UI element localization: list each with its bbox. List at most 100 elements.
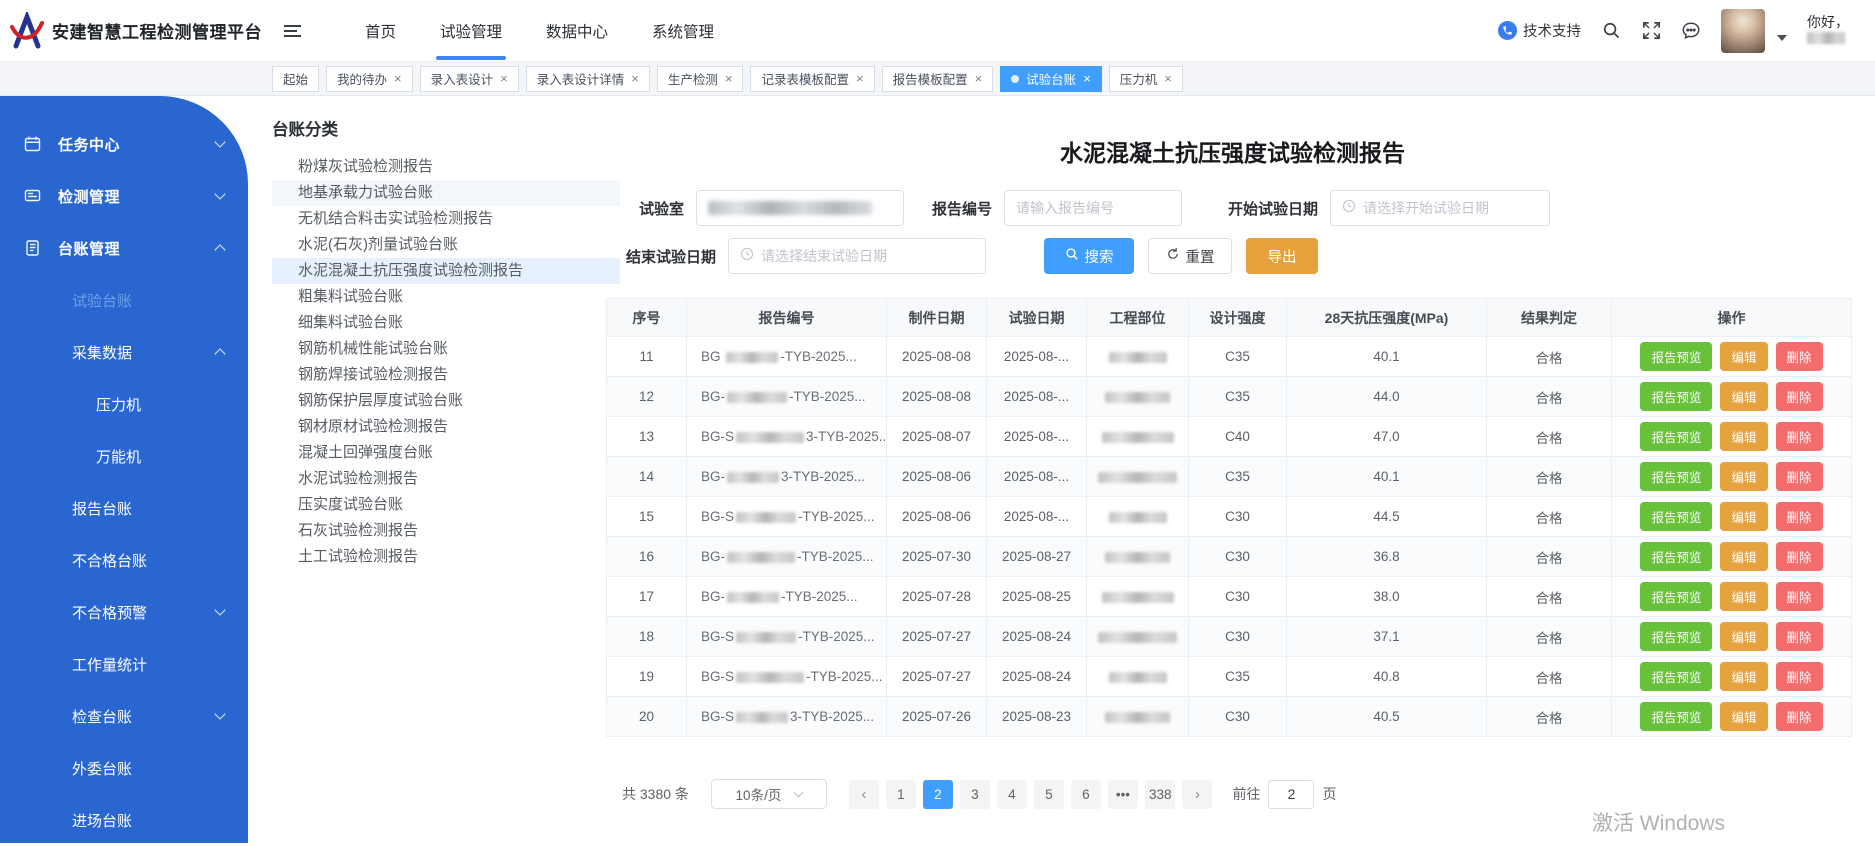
sidebar-item-不合格台账[interactable]: 不合格台账: [0, 534, 248, 586]
delete-button[interactable]: 删除: [1776, 542, 1823, 571]
category-item-细集料试验台账[interactable]: 细集料试验台账: [272, 310, 620, 336]
category-item-土工试验检测报告[interactable]: 土工试验检测报告: [272, 544, 620, 570]
close-icon[interactable]: ×: [856, 72, 864, 85]
page-button-1[interactable]: 1: [886, 780, 916, 809]
category-item-钢材原材试验检测报告[interactable]: 钢材原材试验检测报告: [272, 414, 620, 440]
edit-button[interactable]: 编辑: [1720, 502, 1767, 531]
category-item-粉煤灰试验检测报告[interactable]: 粉煤灰试验检测报告: [272, 154, 620, 180]
delete-button[interactable]: 删除: [1776, 462, 1823, 491]
category-item-粗集料试验台账[interactable]: 粗集料试验台账: [272, 284, 620, 310]
category-item-地基承载力试验台账[interactable]: 地基承载力试验台账: [272, 180, 620, 206]
view-tab-起始[interactable]: 起始: [272, 66, 319, 92]
delete-button[interactable]: 删除: [1776, 382, 1823, 411]
category-item-水泥混凝土抗压强度试验检测报告[interactable]: 水泥混凝土抗压强度试验检测报告: [272, 258, 620, 284]
close-icon[interactable]: ×: [1083, 72, 1091, 85]
collapse-menu-icon[interactable]: [284, 25, 301, 37]
category-item-压实度试验台账[interactable]: 压实度试验台账: [272, 492, 620, 518]
user-menu-caret-icon[interactable]: [1777, 35, 1787, 41]
search-icon[interactable]: [1601, 21, 1621, 41]
edit-button[interactable]: 编辑: [1720, 702, 1767, 731]
close-icon[interactable]: ×: [975, 72, 983, 85]
page-button-3[interactable]: 3: [960, 780, 990, 809]
close-icon[interactable]: ×: [394, 72, 402, 85]
nav-item-首页[interactable]: 首页: [365, 0, 396, 62]
edit-button[interactable]: 编辑: [1720, 342, 1767, 371]
delete-button[interactable]: 删除: [1776, 422, 1823, 451]
fullscreen-icon[interactable]: [1641, 21, 1661, 41]
report-preview-button[interactable]: 报告预览: [1640, 542, 1712, 571]
report-preview-button[interactable]: 报告预览: [1640, 702, 1712, 731]
view-tab-我的待办[interactable]: 我的待办×: [326, 66, 413, 92]
report-preview-button[interactable]: 报告预览: [1640, 382, 1712, 411]
tech-support-button[interactable]: 技术支持: [1498, 20, 1581, 41]
sidebar-item-进场台账[interactable]: 进场台账: [0, 794, 248, 846]
view-tab-记录表模板配置[interactable]: 记录表模板配置×: [750, 66, 874, 92]
page-button-338[interactable]: 338: [1145, 780, 1176, 809]
delete-button[interactable]: 删除: [1776, 502, 1823, 531]
category-item-钢筋焊接试验检测报告[interactable]: 钢筋焊接试验检测报告: [272, 362, 620, 388]
close-icon[interactable]: ×: [1164, 72, 1172, 85]
report-preview-button[interactable]: 报告预览: [1640, 622, 1712, 651]
page-size-select[interactable]: 10条/页: [711, 779, 827, 809]
sidebar-item-不合格预警[interactable]: 不合格预警: [0, 586, 248, 638]
view-tab-报告模板配置[interactable]: 报告模板配置×: [882, 66, 994, 92]
edit-button[interactable]: 编辑: [1720, 582, 1767, 611]
search-button[interactable]: 搜索: [1044, 238, 1134, 274]
sidebar-item-任务中心[interactable]: 任务中心: [0, 118, 248, 170]
prev-page-button[interactable]: ‹: [849, 780, 879, 809]
sidebar-item-压力机[interactable]: 压力机: [0, 378, 248, 430]
view-tab-试验台账[interactable]: 试验台账×: [1000, 66, 1102, 92]
edit-button[interactable]: 编辑: [1720, 662, 1767, 691]
category-item-混凝土回弹强度台账[interactable]: 混凝土回弹强度台账: [272, 440, 620, 466]
page-button-6[interactable]: 6: [1071, 780, 1101, 809]
report-preview-button[interactable]: 报告预览: [1640, 662, 1712, 691]
start-date-input[interactable]: 请选择开始试验日期: [1330, 190, 1550, 226]
nav-item-系统管理[interactable]: 系统管理: [652, 0, 714, 62]
reset-button[interactable]: 重置: [1148, 238, 1232, 274]
end-date-input[interactable]: 请选择结束试验日期: [728, 238, 986, 274]
sidebar-item-万能机[interactable]: 万能机: [0, 430, 248, 482]
sidebar-item-试验台账[interactable]: 试验台账: [0, 274, 248, 326]
sidebar-item-检测管理[interactable]: 检测管理: [0, 170, 248, 222]
edit-button[interactable]: 编辑: [1720, 622, 1767, 651]
sidebar-item-外委台账[interactable]: 外委台账: [0, 742, 248, 794]
view-tab-生产检测[interactable]: 生产检测×: [657, 66, 744, 92]
delete-button[interactable]: 删除: [1776, 582, 1823, 611]
report-preview-button[interactable]: 报告预览: [1640, 582, 1712, 611]
view-tab-压力机[interactable]: 压力机×: [1109, 66, 1183, 92]
message-icon[interactable]: [1681, 21, 1701, 41]
sidebar-item-采集数据[interactable]: 采集数据: [0, 326, 248, 378]
user-avatar[interactable]: [1721, 9, 1765, 53]
report-preview-button[interactable]: 报告预览: [1640, 422, 1712, 451]
delete-button[interactable]: 删除: [1776, 662, 1823, 691]
view-tab-录入表设计详情[interactable]: 录入表设计详情×: [526, 66, 650, 92]
edit-button[interactable]: 编辑: [1720, 542, 1767, 571]
delete-button[interactable]: 删除: [1776, 702, 1823, 731]
close-icon[interactable]: ×: [725, 72, 733, 85]
report-preview-button[interactable]: 报告预览: [1640, 342, 1712, 371]
close-icon[interactable]: ×: [500, 72, 508, 85]
page-button-5[interactable]: 5: [1034, 780, 1064, 809]
category-item-水泥(石灰)剂量试验台账[interactable]: 水泥(石灰)剂量试验台账: [272, 232, 620, 258]
sidebar-item-台账管理[interactable]: 台账管理: [0, 222, 248, 274]
delete-button[interactable]: 删除: [1776, 622, 1823, 651]
sidebar-item-报告台账[interactable]: 报告台账: [0, 482, 248, 534]
view-tab-录入表设计[interactable]: 录入表设计×: [420, 66, 519, 92]
more-pages-button[interactable]: •••: [1108, 780, 1138, 809]
edit-button[interactable]: 编辑: [1720, 462, 1767, 491]
nav-item-数据中心[interactable]: 数据中心: [546, 0, 608, 62]
page-button-4[interactable]: 4: [997, 780, 1027, 809]
category-item-无机结合料击实试验检测报告[interactable]: 无机结合料击实试验检测报告: [272, 206, 620, 232]
nav-item-试验管理[interactable]: 试验管理: [440, 0, 502, 62]
next-page-button[interactable]: ›: [1182, 780, 1212, 809]
edit-button[interactable]: 编辑: [1720, 382, 1767, 411]
page-button-2[interactable]: 2: [923, 780, 953, 809]
lab-input[interactable]: [696, 190, 904, 226]
category-item-水泥试验检测报告[interactable]: 水泥试验检测报告: [272, 466, 620, 492]
export-button[interactable]: 导出: [1246, 238, 1318, 274]
report-preview-button[interactable]: 报告预览: [1640, 462, 1712, 491]
category-item-钢筋机械性能试验台账[interactable]: 钢筋机械性能试验台账: [272, 336, 620, 362]
category-item-钢筋保护层厚度试验台账[interactable]: 钢筋保护层厚度试验台账: [272, 388, 620, 414]
sidebar-item-检查台账[interactable]: 检查台账: [0, 690, 248, 742]
goto-page-input[interactable]: [1268, 780, 1314, 809]
